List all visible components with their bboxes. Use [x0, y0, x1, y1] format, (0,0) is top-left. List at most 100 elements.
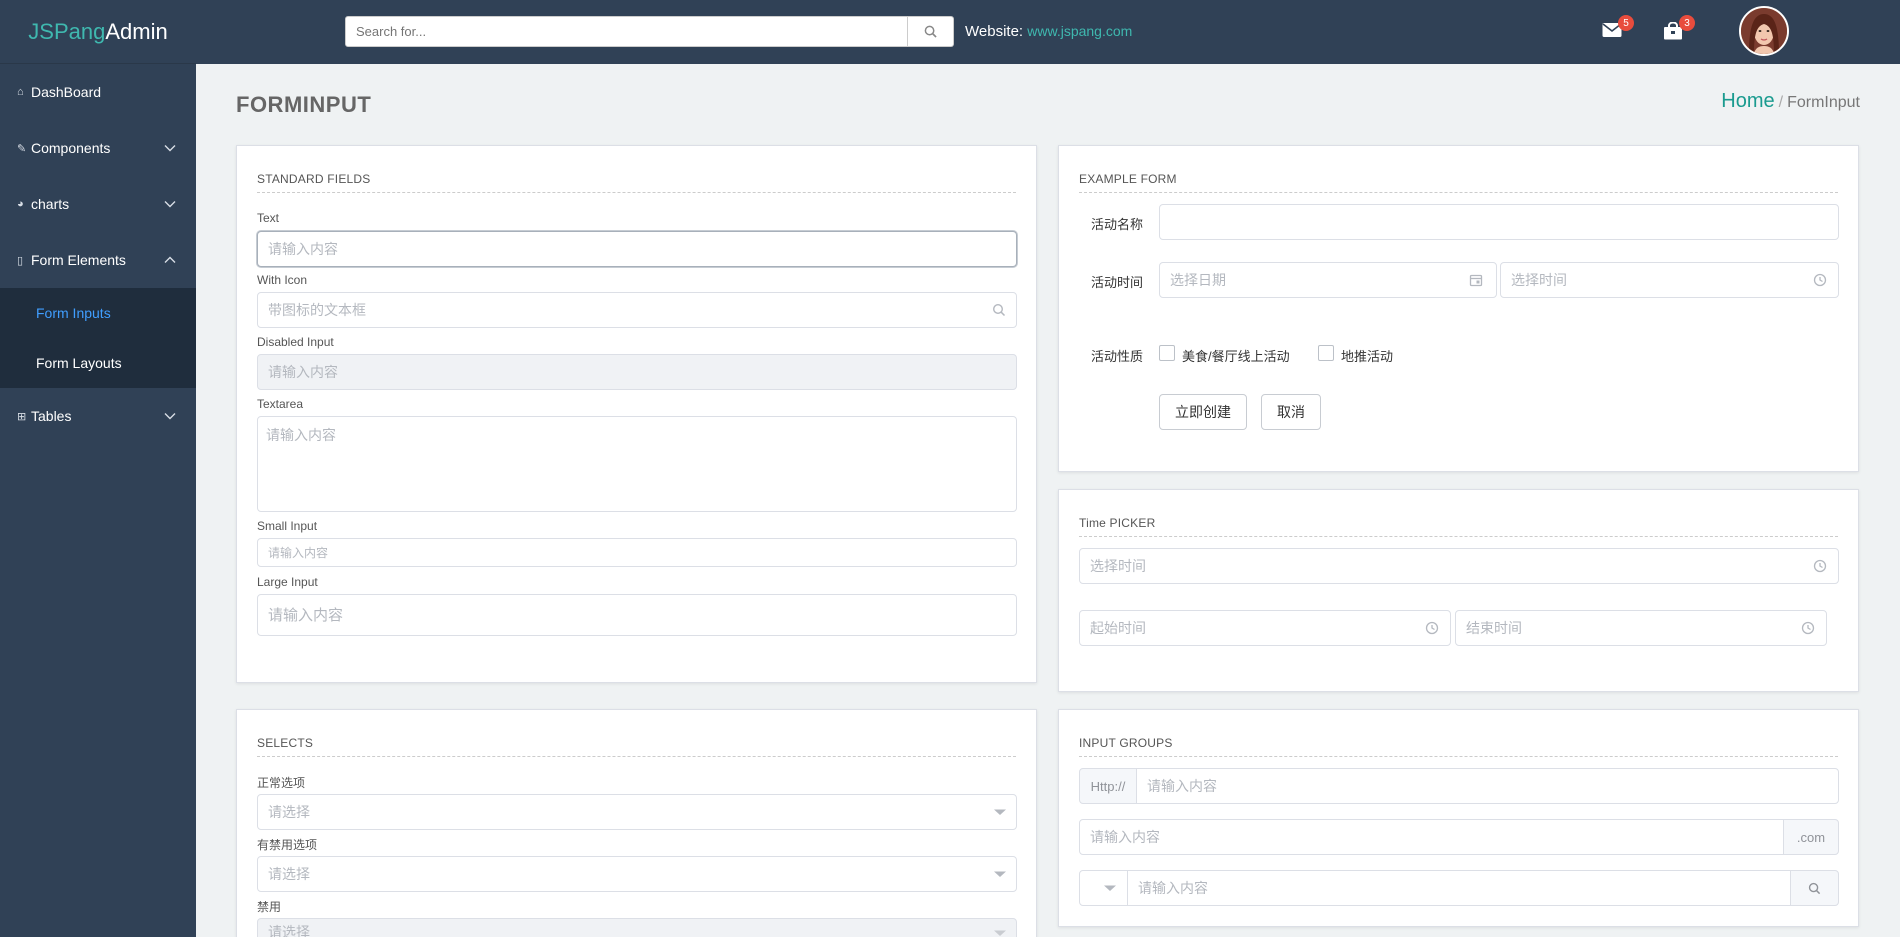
home-icon: ⌂	[17, 86, 24, 98]
chevron-down-icon	[164, 145, 176, 152]
avatar-image	[1741, 8, 1787, 54]
large-input[interactable]	[257, 594, 1017, 636]
checkbox-online-activity-label[interactable]: 美食/餐厅线上活动	[1182, 346, 1290, 365]
card-title: Time PICKER	[1079, 516, 1838, 537]
sidebar-item-dashboard[interactable]: ⌂ DashBoard	[0, 64, 196, 120]
activity-name-input[interactable]	[1159, 204, 1839, 240]
search-bar	[345, 16, 954, 47]
chevron-up-icon	[164, 256, 176, 263]
card-title: EXAMPLE FORM	[1079, 172, 1838, 193]
group-search-input[interactable]	[1127, 870, 1791, 906]
sidebar-item-label: Form Elements	[31, 252, 126, 268]
website-label: Website:	[965, 23, 1024, 40]
brand-part2: Admin	[105, 18, 168, 44]
notification-badge: 3	[1679, 15, 1695, 31]
group-search-button[interactable]	[1790, 870, 1839, 906]
user-avatar[interactable]	[1739, 6, 1789, 56]
sidebar-subitem-form-inputs[interactable]: Form Inputs	[0, 288, 196, 338]
caret-down-icon	[994, 809, 1006, 815]
checkbox-offline-activity-label[interactable]: 地推活动	[1341, 346, 1393, 365]
clock-icon	[1813, 273, 1827, 287]
checkbox-offline-activity[interactable]	[1318, 345, 1334, 361]
card-title: INPUT GROUPS	[1079, 736, 1838, 757]
clipboard-icon: ▯	[17, 254, 24, 267]
activity-type-label: 活动性质	[1091, 349, 1144, 364]
clock-icon	[1801, 621, 1815, 635]
text-label: Text	[257, 211, 280, 225]
url-input[interactable]	[1136, 768, 1839, 804]
clock-icon	[1425, 621, 1439, 635]
search-icon	[992, 303, 1006, 317]
group-select-dropdown[interactable]	[1079, 870, 1128, 906]
disabled-input	[257, 354, 1017, 390]
brush-icon: ✎	[17, 142, 27, 155]
calendar-icon	[1469, 274, 1483, 287]
sidebar-item-label: Tables	[31, 408, 72, 424]
website-info: Website: www.jspang.com	[965, 23, 1132, 40]
activity-name-label: 活动名称	[1091, 217, 1144, 232]
time-picker-input[interactable]	[1500, 262, 1839, 298]
form-elements-submenu: Form Inputs Form Layouts	[0, 288, 196, 388]
brand-logo[interactable]: JSPang Admin	[0, 0, 196, 64]
top-bar: JSPangAdmin Website: www.jspang.com 5 3	[0, 0, 1900, 64]
card-title: SELECTS	[257, 736, 1016, 757]
mail-button[interactable]: 5	[1602, 15, 1634, 42]
http-prefix: Http://	[1079, 768, 1137, 804]
sidebar-item-label: DashBoard	[31, 84, 102, 100]
disabled-option-select[interactable]	[257, 856, 1017, 892]
icon-input[interactable]	[257, 292, 1017, 328]
text-input[interactable]	[257, 231, 1017, 267]
search-icon	[1808, 882, 1821, 894]
standard-fields-card: STANDARD FIELDS Text With Icon Disabled …	[236, 145, 1037, 683]
notification-button[interactable]: 3	[1663, 15, 1695, 42]
search-icon	[924, 25, 937, 38]
create-button[interactable]: 立即创建	[1159, 394, 1247, 430]
domain-input[interactable]	[1079, 819, 1784, 855]
breadcrumb-current: FormInput	[1787, 94, 1860, 111]
caret-down-icon	[1103, 885, 1116, 891]
start-time-input[interactable]	[1079, 610, 1451, 646]
end-time-input[interactable]	[1455, 610, 1827, 646]
brand-part1: JSPang	[28, 18, 106, 44]
disabled-select-label: 禁用	[257, 900, 282, 914]
sidebar-item-tables[interactable]: ⊞ Tables	[0, 388, 196, 444]
textarea-input[interactable]	[257, 416, 1017, 512]
time-select-input[interactable]	[1079, 548, 1839, 584]
disabled-input-label: Disabled Input	[257, 335, 334, 349]
sidebar-subitem-form-layouts[interactable]: Form Layouts	[0, 338, 196, 388]
chevron-down-icon	[164, 201, 176, 208]
caret-down-icon	[994, 930, 1006, 936]
sidebar-item-charts[interactable]: ◕ charts	[0, 176, 196, 232]
sidebar: ⌂ DashBoard ✎ Components ◕ charts ▯ Form…	[0, 64, 196, 937]
disabled-select	[257, 918, 1017, 937]
breadcrumb: Home / FormInput	[1721, 90, 1860, 113]
search-button[interactable]	[908, 16, 954, 47]
disabled-option-select-label: 有禁用选项	[257, 838, 318, 852]
large-input-label: Large Input	[257, 575, 318, 589]
time-picker-card: Time PICKER	[1058, 489, 1859, 692]
with-icon-label: With Icon	[257, 273, 308, 287]
breadcrumb-home[interactable]: Home	[1721, 90, 1774, 112]
mail-badge: 5	[1618, 15, 1634, 31]
sidebar-item-label: charts	[31, 196, 70, 212]
caret-down-icon	[994, 871, 1006, 877]
com-suffix: .com	[1783, 819, 1839, 855]
website-link[interactable]: www.jspang.com	[1027, 23, 1132, 39]
sidebar-item-form-elements[interactable]: ▯ Form Elements	[0, 232, 196, 288]
breadcrumb-separator: /	[1778, 94, 1784, 111]
textarea-label: Textarea	[257, 397, 304, 411]
normal-select[interactable]	[257, 794, 1017, 830]
date-picker-input[interactable]	[1159, 262, 1497, 298]
cancel-button[interactable]: 取消	[1261, 394, 1321, 430]
sidebar-item-components[interactable]: ✎ Components	[0, 120, 196, 176]
example-form-card: EXAMPLE FORM 活动名称 活动时间 活动性质 美食/餐厅线上活动 地推…	[1058, 145, 1859, 472]
clock-icon	[1813, 559, 1827, 573]
search-input[interactable]	[345, 16, 908, 47]
small-input[interactable]	[257, 538, 1017, 567]
grid-icon: ⊞	[17, 410, 27, 423]
normal-select-label: 正常选项	[257, 776, 306, 790]
activity-time-label: 活动时间	[1091, 275, 1144, 290]
page-title: FORMINPUT	[236, 92, 372, 117]
chevron-down-icon	[164, 413, 176, 420]
checkbox-online-activity[interactable]	[1159, 345, 1175, 361]
